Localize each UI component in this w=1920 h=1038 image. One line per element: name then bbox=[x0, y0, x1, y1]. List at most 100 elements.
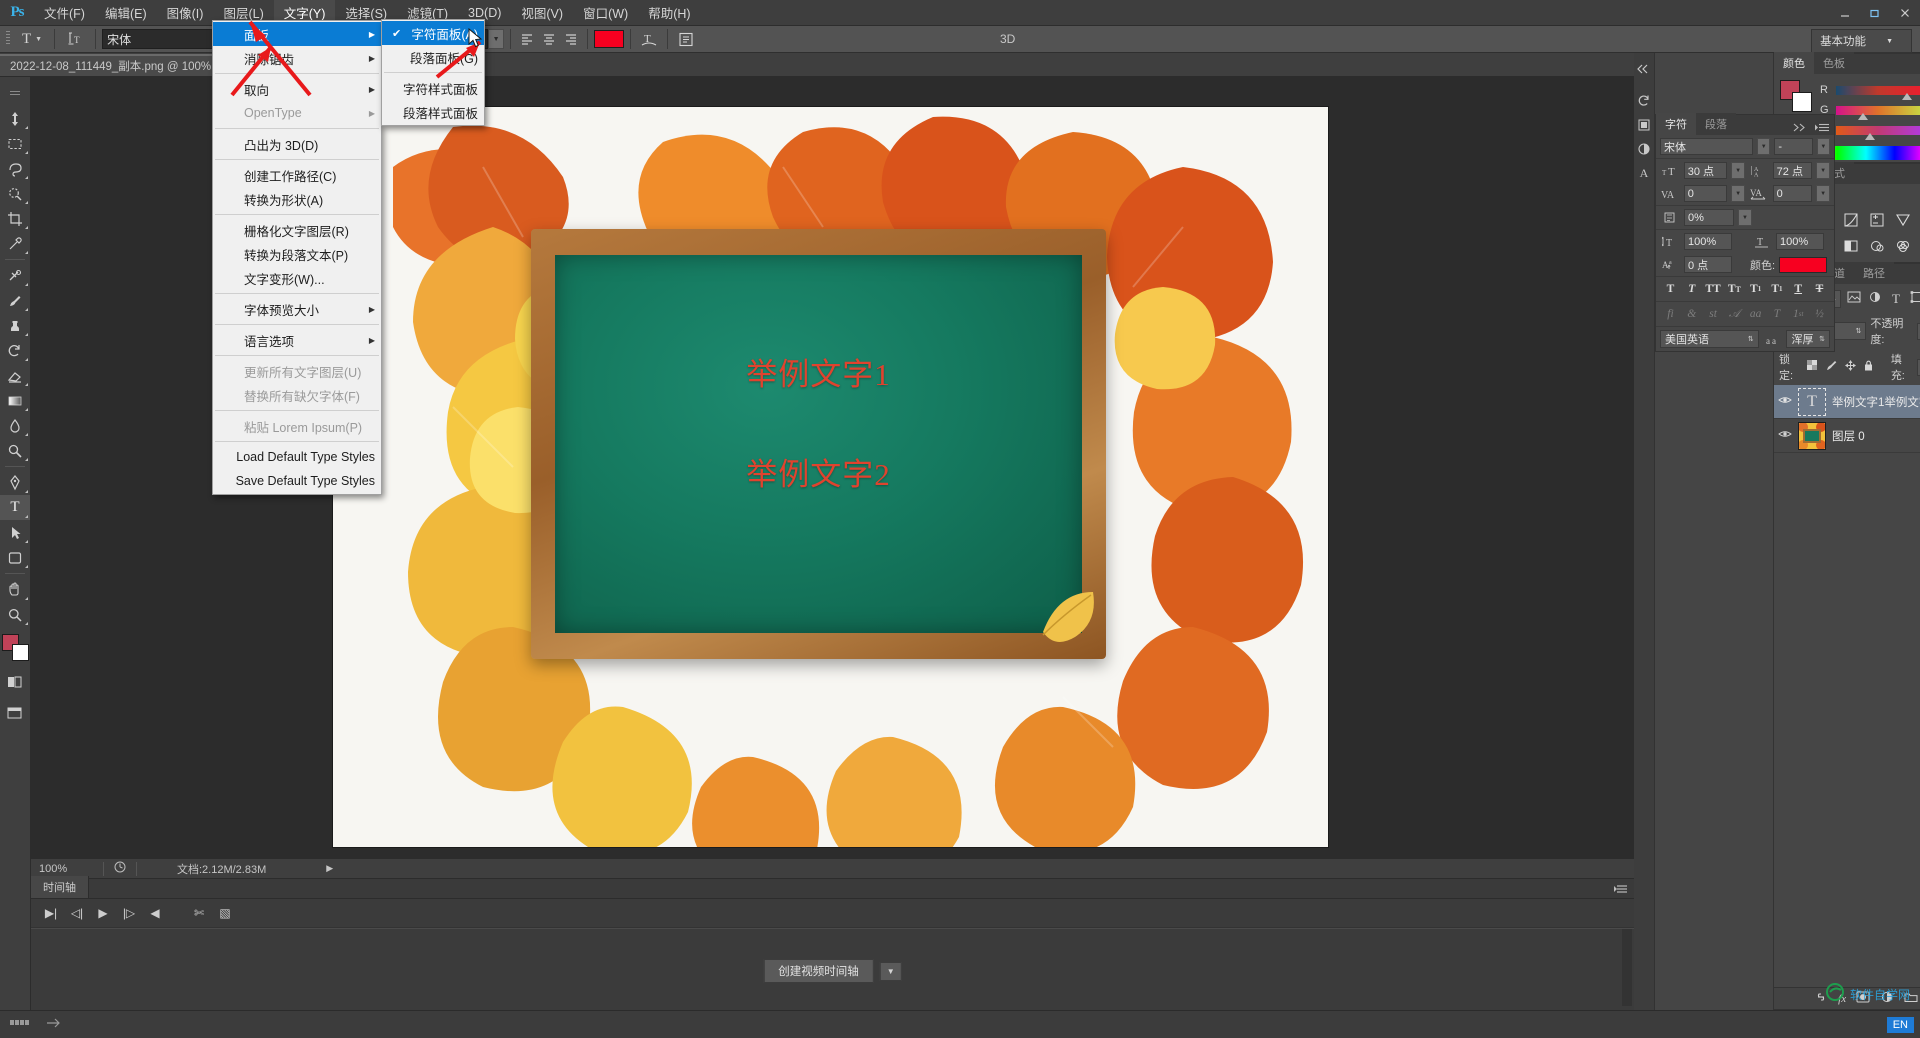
zoom-level[interactable]: 100% bbox=[31, 863, 103, 875]
document-tab[interactable]: 2022-12-08_111449_副本.png @ 100% ✕ bbox=[0, 54, 239, 76]
warp-text-icon[interactable]: T bbox=[637, 29, 661, 49]
photo-filter-icon[interactable] bbox=[1866, 236, 1888, 256]
layer-name[interactable]: 举例文字1举例文字2 bbox=[1832, 394, 1920, 410]
fractions-button[interactable]: ½ bbox=[1811, 306, 1828, 322]
char-leading-input[interactable]: 72 点 bbox=[1773, 162, 1813, 179]
hand-tool[interactable] bbox=[0, 577, 30, 602]
create-video-timeline-button[interactable]: 创建视频时间轴 bbox=[763, 959, 874, 983]
char-baseline-shift-input[interactable]: 0 点 bbox=[1684, 256, 1732, 273]
foreground-background-colors[interactable] bbox=[1, 633, 29, 661]
chevron-down-icon[interactable]: ▼ bbox=[880, 962, 902, 981]
character-strip-icon[interactable]: A bbox=[1634, 163, 1654, 183]
slider-knob[interactable] bbox=[1902, 93, 1912, 100]
menu-file[interactable]: 文件(F) bbox=[34, 0, 95, 26]
lock-image-icon[interactable] bbox=[1824, 359, 1838, 375]
color-strip-icon[interactable] bbox=[1634, 115, 1654, 135]
move-tool[interactable] bbox=[0, 106, 30, 131]
tab-color[interactable]: 颜色 bbox=[1774, 52, 1814, 74]
align-center-icon[interactable] bbox=[539, 29, 559, 49]
quick-mask-icon[interactable] bbox=[0, 669, 30, 694]
language-badge[interactable]: EN bbox=[1887, 1017, 1914, 1033]
layer-thumbnail-text[interactable]: T bbox=[1798, 388, 1826, 416]
pixel-filter-icon[interactable] bbox=[1846, 291, 1862, 306]
color-panel-fgbg[interactable] bbox=[1780, 80, 1812, 110]
history-icon[interactable] bbox=[1634, 91, 1654, 111]
marquee-tool[interactable] bbox=[0, 131, 30, 156]
submenu-item-character-styles-panel[interactable]: 字符样式面板 bbox=[382, 76, 484, 100]
curves-icon[interactable] bbox=[1840, 210, 1862, 230]
underline-button[interactable]: T bbox=[1790, 281, 1807, 297]
menu-item-antialias[interactable]: 消除锯齿 ▶ bbox=[213, 46, 381, 70]
discretionary-ligatures-button[interactable]: st bbox=[1705, 306, 1722, 322]
menu-help[interactable]: 帮助(H) bbox=[638, 0, 700, 26]
strikethrough-button[interactable]: T bbox=[1811, 281, 1828, 297]
black-white-icon[interactable] bbox=[1840, 236, 1862, 256]
type-menu-dropdown[interactable]: 面板 ▶ 消除锯齿 ▶ 取向 ▶ OpenType ▶ 凸出为 3D(D) 创建… bbox=[212, 20, 382, 495]
toggle-char-panel-icon[interactable] bbox=[674, 29, 698, 49]
type-tool-preset[interactable]: T ▼ bbox=[16, 28, 48, 50]
eyedropper-tool[interactable] bbox=[0, 231, 30, 256]
previous-frame-icon[interactable]: ◁| bbox=[69, 906, 85, 920]
text-color-swatch[interactable] bbox=[594, 30, 624, 48]
char-color-swatch[interactable] bbox=[1779, 257, 1827, 273]
oldstyle-button[interactable]: aa bbox=[1747, 306, 1764, 322]
chevron-down-icon[interactable]: ▼ bbox=[1757, 138, 1770, 155]
type-filter-icon[interactable]: T bbox=[1888, 291, 1904, 307]
quick-selection-tool[interactable] bbox=[0, 181, 30, 206]
vibrance-icon[interactable] bbox=[1892, 210, 1914, 230]
chevron-down-icon[interactable]: ▼ bbox=[1817, 138, 1830, 155]
screen-mode-icon[interactable] bbox=[0, 700, 30, 725]
next-frame-icon[interactable]: |▷ bbox=[121, 906, 137, 920]
standard-ligatures-button[interactable]: fi bbox=[1662, 306, 1679, 322]
submenu-item-paragraph-styles-panel[interactable]: 段落样式面板 bbox=[382, 100, 484, 124]
clone-stamp-tool[interactable] bbox=[0, 313, 30, 338]
char-font-size-input[interactable]: 30 点 bbox=[1684, 162, 1727, 179]
antialias-dropdown-icon[interactable]: ▼ bbox=[488, 29, 504, 49]
tab-paths[interactable]: 路径 bbox=[1854, 262, 1894, 284]
char-vertical-scale-input[interactable]: 100% bbox=[1684, 233, 1732, 250]
menu-item-panels[interactable]: 面板 ▶ bbox=[213, 22, 381, 46]
channel-mixer-icon[interactable] bbox=[1892, 236, 1914, 256]
char-font-family-input[interactable]: 宋体 bbox=[1660, 138, 1753, 155]
menu-item-font-preview-size[interactable]: 字体预览大小 ▶ bbox=[213, 297, 381, 321]
artboard[interactable]: 举例文字1 举例文字2 bbox=[333, 107, 1328, 847]
faux-bold-button[interactable]: T bbox=[1662, 281, 1679, 297]
close-icon[interactable] bbox=[1890, 0, 1920, 26]
slider-knob[interactable] bbox=[1865, 133, 1875, 140]
go-to-start-icon[interactable]: ▶| bbox=[43, 906, 59, 920]
restore-icon[interactable] bbox=[1860, 0, 1890, 26]
panel-menu-icon[interactable] bbox=[1811, 123, 1834, 135]
minimize-icon[interactable] bbox=[1830, 0, 1860, 26]
blur-tool[interactable] bbox=[0, 413, 30, 438]
ordinals-button[interactable]: 1st bbox=[1790, 306, 1807, 322]
artwork-text-line-2[interactable]: 举例文字2 bbox=[555, 449, 1082, 494]
font-family-input[interactable]: 宋体 bbox=[102, 29, 214, 49]
timeline-scrollbar[interactable] bbox=[1622, 929, 1632, 1006]
green-slider[interactable] bbox=[1836, 106, 1920, 115]
align-left-icon[interactable] bbox=[517, 29, 537, 49]
char-tracking-input[interactable]: 0 bbox=[1773, 185, 1813, 202]
tab-swatches[interactable]: 色板 bbox=[1814, 52, 1854, 74]
char-horizontal-scale-input[interactable]: 100% bbox=[1776, 233, 1824, 250]
chevron-down-icon[interactable]: ▼ bbox=[1731, 162, 1745, 179]
menu-image[interactable]: 图像(I) bbox=[157, 0, 214, 26]
red-slider[interactable] bbox=[1836, 86, 1920, 95]
type-tool[interactable]: T bbox=[0, 495, 30, 520]
workspace-switcher[interactable]: 基本功能 ▼ bbox=[1811, 29, 1912, 53]
chevron-down-icon[interactable]: ▼ bbox=[1731, 185, 1745, 202]
background-color-swatch[interactable] bbox=[12, 644, 29, 661]
slider-knob[interactable] bbox=[1858, 113, 1868, 120]
cut-icon[interactable]: ✄ bbox=[191, 906, 207, 920]
char-font-style-input[interactable]: - bbox=[1774, 138, 1812, 155]
submenu-item-character-panel[interactable]: ✔ 字符面板(A) bbox=[382, 21, 484, 45]
menu-item-convert-to-shape[interactable]: 转换为形状(A) bbox=[213, 187, 381, 211]
faux-italic-button[interactable]: T bbox=[1683, 281, 1700, 297]
brush-tool[interactable] bbox=[0, 288, 30, 313]
arrow-icon[interactable] bbox=[46, 1017, 62, 1032]
subscript-button[interactable]: T1 bbox=[1768, 281, 1785, 297]
panel-submenu-dropdown[interactable]: ✔ 字符面板(A) 段落面板(G) 字符样式面板 段落样式面板 bbox=[381, 19, 485, 126]
play-icon[interactable]: ▶ bbox=[95, 906, 111, 920]
layer-row-text[interactable]: T 举例文字1举例文字2 bbox=[1774, 385, 1920, 419]
layer-thumbnail-image[interactable] bbox=[1798, 422, 1826, 450]
menu-item-rasterize-type-layer[interactable]: 栅格化文字图层(R) bbox=[213, 218, 381, 242]
